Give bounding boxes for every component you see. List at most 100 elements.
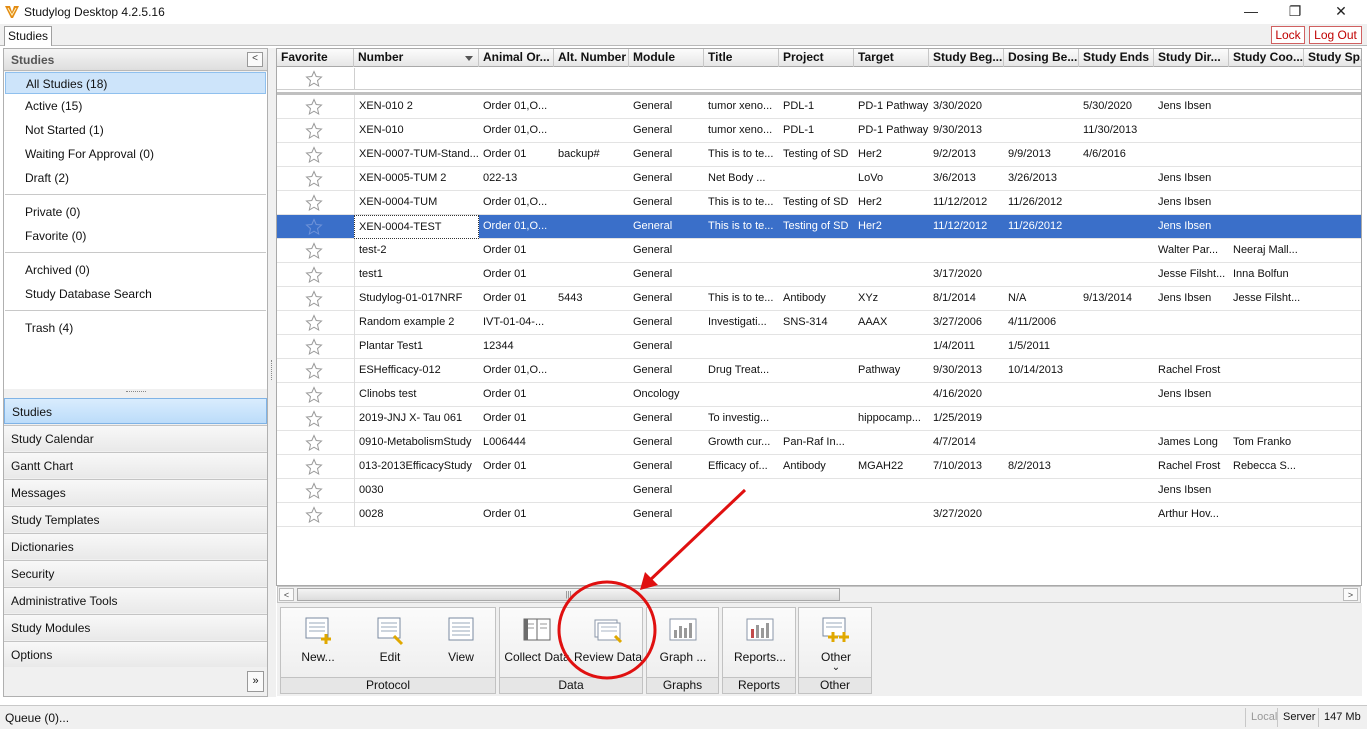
filter-archived[interactable]: Archived (0) <box>5 259 266 281</box>
table-row[interactable]: 0030 General Jens Ibsen <box>277 479 1361 503</box>
table-row[interactable]: XEN-0007-TUM-Stand... Order 01 backup# Gene… <box>277 143 1361 167</box>
table-row[interactable]: test1 Order 01 General 3/17/2020 Jesse Filsh… <box>277 263 1361 287</box>
cell-module: General <box>633 436 673 448</box>
filter-active[interactable]: Active (15) <box>5 95 266 117</box>
filter-trash[interactable]: Trash (4) <box>5 317 266 339</box>
sidebar-splitter[interactable] <box>4 389 267 395</box>
favorite-star-icon[interactable] <box>305 266 323 284</box>
column-header-dosing-begins[interactable]: Dosing Be... <box>1004 49 1079 67</box>
favorite-star-icon[interactable] <box>305 410 323 428</box>
table-row[interactable]: 2019-JNJ X- Tau 061 Order 01 General To inv… <box>277 407 1361 431</box>
review-data-button[interactable]: Review Data <box>574 608 642 674</box>
graph-button[interactable]: Graph ... <box>649 608 717 674</box>
favorite-star-icon[interactable] <box>305 386 323 404</box>
filter-waiting-approval[interactable]: Waiting For Approval (0) <box>5 143 266 165</box>
favorite-star-icon[interactable] <box>305 362 323 380</box>
favorite-star-icon[interactable] <box>305 506 323 524</box>
column-header-favorite[interactable]: Favorite <box>277 49 354 67</box>
column-header-target[interactable]: Target <box>854 49 929 67</box>
table-row[interactable]: 0028 Order 01 General 3/27/2020 Arthur Hov..… <box>277 503 1361 527</box>
cell-number: XEN-010 2 <box>354 95 479 119</box>
cell-study-coordinator <box>1229 383 1304 407</box>
nav-administrative-tools[interactable]: Administrative Tools <box>4 587 267 613</box>
edit-protocol-button[interactable]: Edit <box>355 608 425 674</box>
table-row[interactable]: ESHefficacy-012 Order 01,O... General Drug … <box>277 359 1361 383</box>
filter-draft[interactable]: Draft (2) <box>5 167 266 189</box>
minimize-button[interactable]: — <box>1228 0 1274 24</box>
table-row[interactable]: 0910-MetabolismStudy L006444 General Growth… <box>277 431 1361 455</box>
column-header-number[interactable]: Number <box>354 49 479 67</box>
table-row[interactable]: XEN-0004-TUM Order 01,O... General This is … <box>277 191 1361 215</box>
scrollbar-thumb[interactable]: ||| <box>297 588 840 601</box>
more-nav-button[interactable]: » <box>247 671 264 692</box>
filter-database-search[interactable]: Study Database Search <box>5 283 266 305</box>
favorite-star-icon[interactable] <box>305 218 323 236</box>
table-row[interactable]: XEN-010 Order 01,O... General tumor xeno...… <box>277 119 1361 143</box>
queue-status[interactable]: Queue (0)... <box>5 711 69 725</box>
cell-study-director: Jens Ibsen <box>1158 388 1212 400</box>
view-protocol-button[interactable]: View <box>427 608 495 674</box>
cell-study-coordinator <box>1229 191 1304 215</box>
favorite-star-icon[interactable] <box>305 482 323 500</box>
favorite-star-icon[interactable] <box>305 314 323 332</box>
favorite-star-icon[interactable] <box>305 242 323 260</box>
table-row[interactable]: Clinobs test Order 01 Oncology 4/16/2020 Jen… <box>277 383 1361 407</box>
collapse-sidebar-button[interactable]: < <box>247 52 263 67</box>
new-protocol-button[interactable]: New... <box>283 608 353 674</box>
table-row[interactable]: XEN-0004-TEST Order 01,O... General This is… <box>277 215 1361 239</box>
favorite-star-icon[interactable] <box>305 194 323 212</box>
column-header-study-sponsor[interactable]: Study Sp... <box>1304 49 1361 67</box>
column-header-animal-order[interactable]: Animal Or... <box>479 49 554 67</box>
column-header-study-begins[interactable]: Study Beg... <box>929 49 1004 67</box>
favorite-star-icon[interactable] <box>305 146 323 164</box>
table-row[interactable]: XEN-010 2 Order 01,O... General tumor xeno.… <box>277 95 1361 119</box>
scroll-left-button[interactable]: < <box>279 588 294 601</box>
other-button[interactable]: Other ⌄ <box>801 608 871 674</box>
column-header-study-ends[interactable]: Study Ends <box>1079 49 1154 67</box>
restore-button[interactable]: ❐ <box>1272 0 1318 24</box>
column-header-study-coordinator[interactable]: Study Coo... <box>1229 49 1304 67</box>
filter-favorite[interactable]: Favorite (0) <box>5 225 266 247</box>
column-header-title[interactable]: Title <box>704 49 779 67</box>
nav-messages[interactable]: Messages <box>4 479 267 505</box>
reports-button[interactable]: Reports... <box>725 608 795 674</box>
favorite-star-icon[interactable] <box>305 434 323 452</box>
collect-data-button[interactable]: Collect Data <box>502 608 572 674</box>
favorite-star-icon[interactable] <box>305 170 323 188</box>
filter-private[interactable]: Private (0) <box>5 201 266 223</box>
table-row[interactable]: 013-2013EfficacyStudy Order 01 General Eff… <box>277 455 1361 479</box>
favorite-star-icon[interactable] <box>305 290 323 308</box>
nav-study-templates[interactable]: Study Templates <box>4 506 267 532</box>
filter-not-started[interactable]: Not Started (1) <box>5 119 266 141</box>
grid-filter-input[interactable] <box>354 68 1361 90</box>
tab-studies[interactable]: Studies <box>4 26 52 46</box>
close-button[interactable]: ✕ <box>1318 0 1364 24</box>
table-row[interactable]: Random example 2 IVT-01-04-... General Inve… <box>277 311 1361 335</box>
column-header-project[interactable]: Project <box>779 49 854 67</box>
cell-study-sponsor <box>1304 455 1361 479</box>
column-header-study-director[interactable]: Study Dir... <box>1154 49 1229 67</box>
table-row[interactable]: XEN-0005-TUM 2 022-13 General Net Body ... L… <box>277 167 1361 191</box>
table-row[interactable]: test-2 Order 01 General Walter Par... Neeraj… <box>277 239 1361 263</box>
nav-study-modules[interactable]: Study Modules <box>4 614 267 640</box>
nav-gantt-chart[interactable]: Gantt Chart <box>4 452 267 478</box>
nav-studies[interactable]: Studies <box>4 398 267 424</box>
table-row[interactable]: Studylog-01-017NRF Order 01 5443 General Thi… <box>277 287 1361 311</box>
horizontal-scrollbar[interactable]: < ||| > <box>277 586 1361 603</box>
column-header-module[interactable]: Module <box>629 49 704 67</box>
logout-button[interactable]: Log Out <box>1309 26 1362 44</box>
nav-dictionaries[interactable]: Dictionaries <box>4 533 267 559</box>
favorite-star-icon[interactable] <box>305 458 323 476</box>
lock-button[interactable]: Lock <box>1271 26 1305 44</box>
scroll-right-button[interactable]: > <box>1343 588 1358 601</box>
favorite-star-icon[interactable] <box>305 122 323 140</box>
favorite-star-icon[interactable] <box>305 98 323 116</box>
table-row[interactable]: Plantar Test1 12344 General 1/4/2011 1/5/201… <box>277 335 1361 359</box>
filter-all-studies[interactable]: All Studies (18) <box>5 72 266 94</box>
favorite-filter-star-icon[interactable] <box>305 70 323 88</box>
column-header-alt-number[interactable]: Alt. Number <box>554 49 629 67</box>
nav-options[interactable]: Options <box>4 641 267 667</box>
nav-study-calendar[interactable]: Study Calendar <box>4 425 267 451</box>
favorite-star-icon[interactable] <box>305 338 323 356</box>
nav-security[interactable]: Security <box>4 560 267 586</box>
